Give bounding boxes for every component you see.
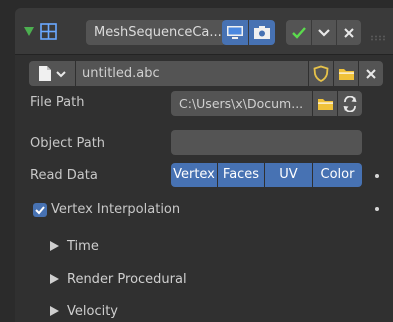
file-path-label: File Path	[30, 95, 85, 110]
document-icon	[39, 66, 51, 81]
reload-file-button[interactable]	[338, 91, 362, 116]
monitor-icon	[227, 25, 243, 39]
read-data-label: Read Data	[30, 168, 98, 183]
camera-icon	[254, 25, 270, 39]
folder-icon	[338, 68, 354, 80]
apply-check-button[interactable]	[286, 20, 311, 45]
refresh-icon	[343, 95, 357, 112]
show-in-render-toggle[interactable]	[249, 20, 275, 45]
modifier-name-field[interactable]: MeshSequenceCa...	[86, 20, 226, 45]
expand-triangle-icon	[50, 306, 59, 316]
chevron-down-icon	[318, 28, 330, 37]
chevron-down-icon	[56, 70, 66, 77]
keyframe-decorator-dot[interactable]	[375, 174, 379, 178]
check-icon	[291, 26, 306, 39]
close-icon	[344, 27, 354, 38]
keyframe-decorator-dot[interactable]	[375, 207, 379, 211]
show-in-viewport-toggle[interactable]	[222, 20, 248, 45]
file-path-browse-button[interactable]	[313, 91, 337, 116]
delete-modifier-button[interactable]	[337, 20, 361, 45]
modifier-menu-dropdown[interactable]	[312, 20, 336, 45]
open-cache-file-button[interactable]	[334, 61, 358, 86]
unlink-cache-file-button[interactable]	[359, 61, 383, 86]
object-path-field[interactable]	[171, 130, 362, 155]
folder-icon	[317, 98, 333, 110]
read-data-faces-toggle[interactable]: Faces	[218, 163, 264, 187]
read-data-vertex-toggle[interactable]: Vertex	[171, 163, 217, 187]
read-data-uv-toggle[interactable]: UV	[265, 163, 312, 187]
mesh-cache-modifier-icon	[40, 23, 57, 40]
cache-file-browse-dropdown[interactable]	[29, 61, 75, 86]
fake-user-shield-button[interactable]	[309, 61, 333, 86]
close-icon	[366, 68, 376, 79]
file-path-field[interactable]: C:\Users\x\Docum...	[171, 91, 312, 116]
subpanel-render-procedural[interactable]: Render Procedural	[50, 272, 187, 287]
drag-handle-icon[interactable]	[370, 30, 388, 41]
expand-triangle-icon[interactable]	[24, 27, 34, 36]
subpanel-time[interactable]: Time	[50, 239, 99, 254]
subpanel-velocity[interactable]: Velocity	[50, 304, 118, 319]
shield-icon	[313, 65, 329, 82]
vertex-interpolation-label[interactable]: Vertex Interpolation	[51, 202, 180, 217]
vertex-interpolation-checkbox[interactable]	[33, 203, 47, 217]
expand-triangle-icon	[50, 241, 59, 251]
expand-triangle-icon	[50, 274, 59, 284]
read-data-color-toggle[interactable]: Color	[313, 163, 362, 187]
object-path-label: Object Path	[30, 136, 106, 151]
cache-file-name-field[interactable]: untitled.abc	[76, 61, 308, 86]
check-icon	[35, 206, 45, 215]
